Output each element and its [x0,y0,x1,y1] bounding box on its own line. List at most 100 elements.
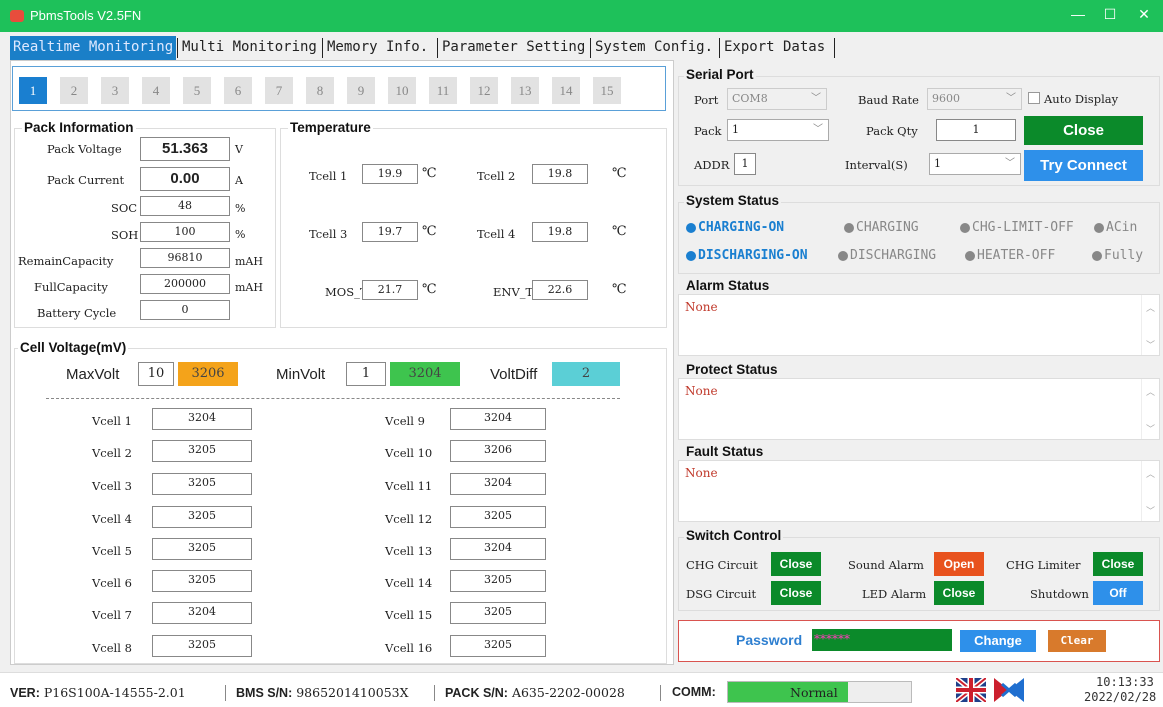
addr-input[interactable]: 1 [734,153,756,175]
tcell4-unit: ℃ [612,224,627,239]
pack-button-1[interactable]: 1 [19,77,47,104]
remain-capacity-unit: mAH [235,255,263,268]
pack-select-value: 1 [732,123,739,136]
min-volt-label: MinVolt [276,366,326,383]
pack-serial: PACK S/N: A635-2202-00028 [445,685,625,700]
status-discharging: DISCHARGING [838,248,936,263]
uk-flag-icon[interactable] [956,678,986,702]
chg-circuit-button[interactable]: Close [771,552,821,576]
sound-alarm-button[interactable]: Open [934,552,984,576]
clock-time: 10:13:33 [1096,675,1154,689]
tab-memory-info[interactable]: Memory Info. [324,36,431,60]
pack-button-15[interactable]: 15 [593,77,621,104]
tab-system-config[interactable]: System Config. [592,36,716,60]
pack-voltage-value: 51.363 [140,137,230,161]
password-input[interactable]: ****** [812,629,952,651]
tcell1-label: Tcell 1 [309,169,348,183]
serial-port-title: Serial Port [684,67,756,82]
baud-rate-select[interactable]: 9600 ﹀ [927,88,1022,110]
minimize-button[interactable]: — [1068,6,1088,22]
pack-button-13[interactable]: 13 [511,77,539,104]
env-temp-unit: ℃ [612,282,627,297]
max-volt-label: MaxVolt [66,366,120,383]
alarm-scrollbar[interactable]: ︿ ﹀ [1141,295,1159,355]
mos-temp-value: 21.7 [362,280,418,300]
vcell-5-label: Vcell 5 [92,544,132,558]
pack-voltage-unit: V [235,143,243,156]
tab-realtime-monitoring[interactable]: Realtime Monitoring [10,36,176,60]
vcell-7-value: 3204 [152,602,252,624]
scroll-up-icon: ︿ [1146,470,1156,480]
chevron-down-icon: ﹀ [1005,158,1015,169]
pack-button-5[interactable]: 5 [183,77,211,104]
baud-rate-select-value: 9600 [932,92,960,105]
scroll-down-icon: ﹀ [1146,425,1156,435]
shutdown-label: Shutdown [1030,587,1089,601]
status-dot-icon [838,250,848,261]
remain-capacity-label: RemainCapacity [18,254,114,268]
interval-select[interactable]: 1 ﹀ [929,153,1021,175]
clear-password-button[interactable]: Clear [1048,630,1106,652]
dsg-circuit-button[interactable]: Close [771,581,821,605]
led-alarm-button[interactable]: Close [934,581,984,605]
fault-status-title: Fault Status [684,444,766,459]
tab-parameter-setting[interactable]: Parameter Setting [439,36,588,60]
cell-voltage-title: Cell Voltage(mV) [18,340,129,355]
interval-label: Interval(S) [845,158,908,172]
port-select[interactable]: COM8 ﹀ [727,88,827,110]
tcell1-value: 19.9 [362,164,418,184]
pack-select[interactable]: 1 ﹀ [727,119,829,141]
battery-cycle-label: Battery Cycle [37,306,117,320]
tcell4-label: Tcell 4 [477,227,516,241]
max-volt-value: 3206 [178,362,238,386]
fault-status-text: None [685,466,718,480]
tcell4-value: 19.8 [532,222,588,242]
shutdown-button[interactable]: Off [1093,581,1143,605]
vcell-10-label: Vcell 10 [385,446,433,460]
pack-button-10[interactable]: 10 [388,77,416,104]
tcell1-unit: ℃ [422,166,437,181]
vcell-5-value: 3205 [152,538,252,560]
try-connect-button[interactable]: Try Connect [1024,150,1143,181]
auto-display-checkbox[interactable] [1028,92,1040,104]
tab-multi-monitoring[interactable]: Multi Monitoring [179,36,320,60]
language-flag-icon[interactable] [994,678,1024,702]
chg-limiter-button[interactable]: Close [1093,552,1143,576]
status-dot-icon [686,222,696,233]
status-bar: VER: P16S100A-14555-2.01 BMS S/N: 986520… [0,672,1163,707]
protect-scrollbar[interactable]: ︿ ﹀ [1141,379,1159,439]
close-window-button[interactable]: ✕ [1134,6,1154,23]
addr-label: ADDR [694,158,730,172]
battery-cycle-value: 0 [140,300,230,320]
chevron-down-icon: ﹀ [1006,93,1016,104]
close-port-button[interactable]: Close [1024,116,1143,145]
tab-export-datas[interactable]: Export Datas [721,36,828,60]
pack-button-14[interactable]: 14 [552,77,580,104]
pack-button-7[interactable]: 7 [265,77,293,104]
pack-qty-input[interactable]: 1 [936,119,1016,141]
pack-button-6[interactable]: 6 [224,77,252,104]
pack-button-2[interactable]: 2 [60,77,88,104]
pack-button-4[interactable]: 4 [142,77,170,104]
pack-button-3[interactable]: 3 [101,77,129,104]
pack-button-8[interactable]: 8 [306,77,334,104]
status-dot-icon [844,222,854,233]
temperature-title: Temperature [288,120,373,135]
status-fully: Fully [1092,248,1143,263]
sound-alarm-label: Sound Alarm [848,558,924,572]
dsg-circuit-label: DSG Circuit [686,587,757,601]
pack-button-12[interactable]: 12 [470,77,498,104]
pack-button-9[interactable]: 9 [347,77,375,104]
soh-unit: % [235,228,246,241]
vcell-4-label: Vcell 4 [92,512,132,526]
fault-scrollbar[interactable]: ︿ ﹀ [1141,461,1159,521]
volt-diff-value: 2 [552,362,620,386]
status-charging-on: CHARGING-ON [686,220,784,235]
change-password-button[interactable]: Change [960,630,1036,652]
bms-serial: BMS S/N: 9865201410053X [236,685,409,700]
maximize-button[interactable]: ☐ [1100,6,1120,23]
system-status-group [678,202,1160,274]
min-volt-value: 3204 [390,362,460,386]
pack-button-11[interactable]: 11 [429,77,457,104]
vcell-13-value: 3204 [450,538,546,560]
